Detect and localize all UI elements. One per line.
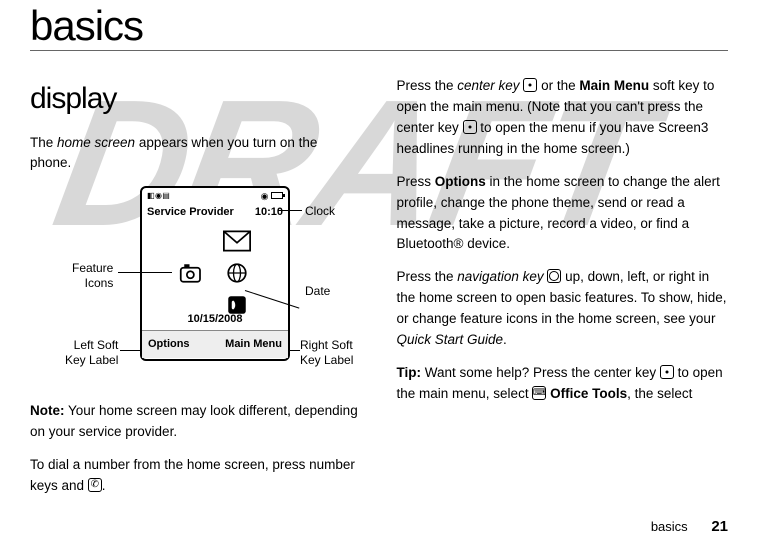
text: Icons — [85, 276, 114, 290]
footer-page-number: 21 — [711, 518, 728, 535]
office-tools-bold: Office Tools — [550, 386, 627, 401]
callout-feature-icons: Feature Icons — [72, 261, 113, 290]
callout-left-softkey: Left Soft Key Label — [65, 338, 118, 367]
camera-icon — [179, 260, 207, 286]
term-navigation-key: navigation key — [457, 269, 543, 284]
left-softkey-label: Options — [148, 336, 190, 353]
navigation-key-paragraph: Press the navigation key up, down, left,… — [397, 267, 729, 351]
note-label: Note: — [30, 403, 65, 418]
center-key-paragraph: Press the center key or the Main Menu so… — [397, 76, 729, 160]
text: Press the — [397, 78, 458, 93]
text: Press — [397, 174, 435, 189]
text: Want some help? Press the center key — [421, 365, 660, 380]
note-paragraph: Note: Your home screen may look differen… — [30, 401, 362, 443]
tip-label: Tip: — [397, 365, 422, 380]
text: . — [503, 332, 507, 347]
text: To dial a number from the home screen, p… — [30, 457, 355, 493]
tip-paragraph: Tip: Want some help? Press the center ke… — [397, 363, 729, 405]
callout-right-softkey: Right Soft Key Label — [300, 338, 353, 367]
navigation-key-icon — [547, 269, 561, 283]
globe-icon — [223, 260, 251, 286]
callout-line — [120, 350, 140, 351]
right-softkey-label: Main Menu — [225, 336, 282, 353]
text: , the select — [627, 386, 692, 401]
page-footer: basics 21 — [651, 518, 728, 535]
callout-date: Date — [305, 284, 330, 298]
term-home-screen: home screen — [57, 135, 135, 150]
options-bold: Options — [435, 174, 486, 189]
status-right-icons: ◉ — [261, 190, 283, 204]
page-title: basics — [30, 0, 728, 51]
text: or the — [537, 78, 579, 93]
status-bar: ▮▯ ◉ ▤ ◉ Service Provider 10:10 — [142, 188, 288, 218]
text: Key Label — [65, 353, 118, 367]
envelope-icon — [223, 228, 251, 254]
send-key-icon — [88, 478, 102, 492]
callout-line — [278, 210, 302, 211]
dial-paragraph: To dial a number from the home screen, p… — [30, 455, 362, 497]
text: Left Soft — [74, 338, 119, 352]
home-icons-area: 10/15/2008 — [142, 218, 288, 330]
center-key-icon — [660, 365, 674, 379]
callout-clock: Clock — [305, 204, 335, 218]
phone-screen-frame: ▮▯ ◉ ▤ ◉ Service Provider 10:10 — [140, 186, 290, 361]
home-screen-diagram: ▮▯ ◉ ▤ ◉ Service Provider 10:10 — [30, 186, 360, 386]
left-column: display The home screen appears when you… — [30, 76, 362, 509]
text: Right Soft — [300, 338, 353, 352]
section-heading-display: display — [30, 76, 362, 123]
term-center-key: center key — [457, 78, 519, 93]
options-paragraph: Press Options in the home screen to chan… — [397, 172, 729, 256]
term-quick-start-guide: Quick Start Guide — [397, 332, 504, 347]
text: Your home screen may look different, dep… — [30, 403, 358, 439]
callout-line — [118, 272, 172, 273]
callout-line — [290, 350, 300, 351]
signal-icon: ▮▯ ◉ ▤ — [147, 190, 169, 204]
date-value: 10/15/2008 — [142, 311, 288, 328]
text: Feature — [72, 261, 113, 275]
softkey-bar: Options Main Menu — [142, 330, 288, 358]
footer-section-label: basics — [651, 519, 688, 534]
center-key-icon — [463, 120, 477, 134]
office-tools-icon — [532, 386, 546, 400]
text: Key Label — [300, 353, 353, 367]
text: The — [30, 135, 57, 150]
center-key-icon — [523, 78, 537, 92]
main-menu-bold: Main Menu — [579, 78, 649, 93]
right-column: Press the center key or the Main Menu so… — [397, 76, 729, 509]
intro-paragraph: The home screen appears when you turn on… — [30, 133, 362, 175]
text: Press the — [397, 269, 458, 284]
battery-icon — [271, 192, 283, 199]
